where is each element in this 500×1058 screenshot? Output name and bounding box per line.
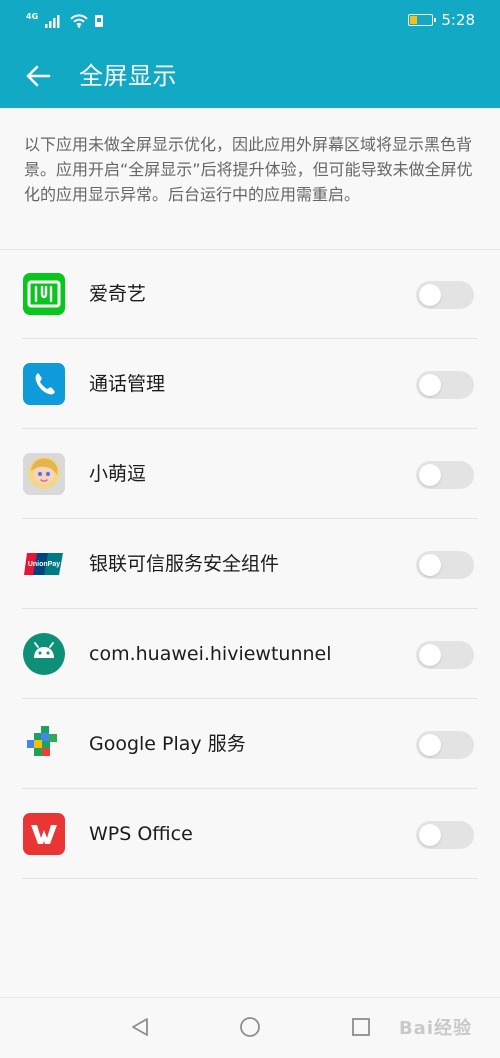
fullscreen-toggle[interactable] [416, 281, 474, 309]
toggle-knob [419, 644, 441, 666]
network-type: 4G [26, 11, 39, 21]
app-row-unionpay[interactable]: UnionPay 银联可信服务安全组件 [0, 519, 500, 609]
description-text: 以下应用未做全屏显示优化，因此应用外屏幕区域将显示黑色背景。应用开启“全屏显示”… [24, 135, 473, 204]
iqiyi-icon [23, 273, 65, 315]
app-row-iqiyi[interactable]: 爱奇艺 [0, 249, 500, 339]
app-list: 爱奇艺 通话管理 小萌逗 UnionPay 银联可信服务安全组件 com.hua… [0, 249, 500, 879]
fullscreen-toggle[interactable] [416, 551, 474, 579]
app-name: Google Play 服务 [89, 733, 246, 755]
unionpay-icon: UnionPay [24, 553, 63, 575]
fullscreen-toggle[interactable] [416, 731, 474, 759]
app-row-google-play-services[interactable]: Google Play 服务 [0, 699, 500, 789]
app-name: 银联可信服务安全组件 [89, 553, 280, 575]
toggle-knob [419, 734, 441, 756]
app-name: com.huawei.hiviewtunnel [89, 643, 332, 665]
toggle-knob [419, 824, 441, 846]
app-row-hiviewtunnel[interactable]: com.huawei.hiviewtunnel [0, 609, 500, 699]
wifi-icon [70, 14, 88, 28]
svg-text:UnionPay: UnionPay [28, 561, 60, 568]
sim-icon [95, 15, 104, 27]
toggle-knob [419, 284, 441, 306]
nav-back-icon[interactable] [128, 1015, 152, 1039]
fullscreen-toggle[interactable] [416, 641, 474, 669]
fullscreen-toggle[interactable] [416, 461, 474, 489]
signal-icon [45, 15, 60, 28]
toggle-knob [419, 374, 441, 396]
wps-office-icon [23, 813, 65, 855]
battery-icon [408, 14, 437, 26]
app-row-xiaomengdou[interactable]: 小萌逗 [0, 429, 500, 519]
status-bar: 4G 5:28 [0, 0, 500, 42]
battery-level [410, 16, 418, 24]
phone-icon [23, 363, 65, 405]
app-name: WPS Office [89, 823, 193, 845]
nav-home-icon[interactable] [238, 1015, 262, 1039]
navigation-bar: Bai经验 [0, 997, 500, 1058]
app-name: 通话管理 [89, 373, 166, 395]
app-name: 小萌逗 [89, 463, 147, 485]
status-time: 5:28 [441, 11, 475, 29]
page-title: 全屏显示 [79, 62, 177, 90]
google-play-services-icon [27, 726, 57, 756]
app-row-call-management[interactable]: 通话管理 [0, 339, 500, 429]
android-icon [23, 633, 65, 675]
status-left: 4G [26, 12, 104, 30]
toggle-knob [419, 464, 441, 486]
toggle-knob [419, 554, 441, 576]
arrow-left-icon[interactable] [23, 61, 53, 91]
top-app-bar: 4G 5:28 全屏显示 [0, 0, 500, 108]
nav-recent-icon[interactable] [349, 1015, 373, 1039]
watermark-text: Bai经验 [398, 1018, 472, 1039]
fullscreen-toggle[interactable] [416, 371, 474, 399]
status-right: 5:28 [408, 11, 475, 29]
avatar-icon [23, 453, 65, 495]
app-name: 爱奇艺 [89, 283, 147, 305]
fullscreen-toggle[interactable] [416, 821, 474, 849]
app-row-wps-office[interactable]: WPS Office [0, 789, 500, 879]
